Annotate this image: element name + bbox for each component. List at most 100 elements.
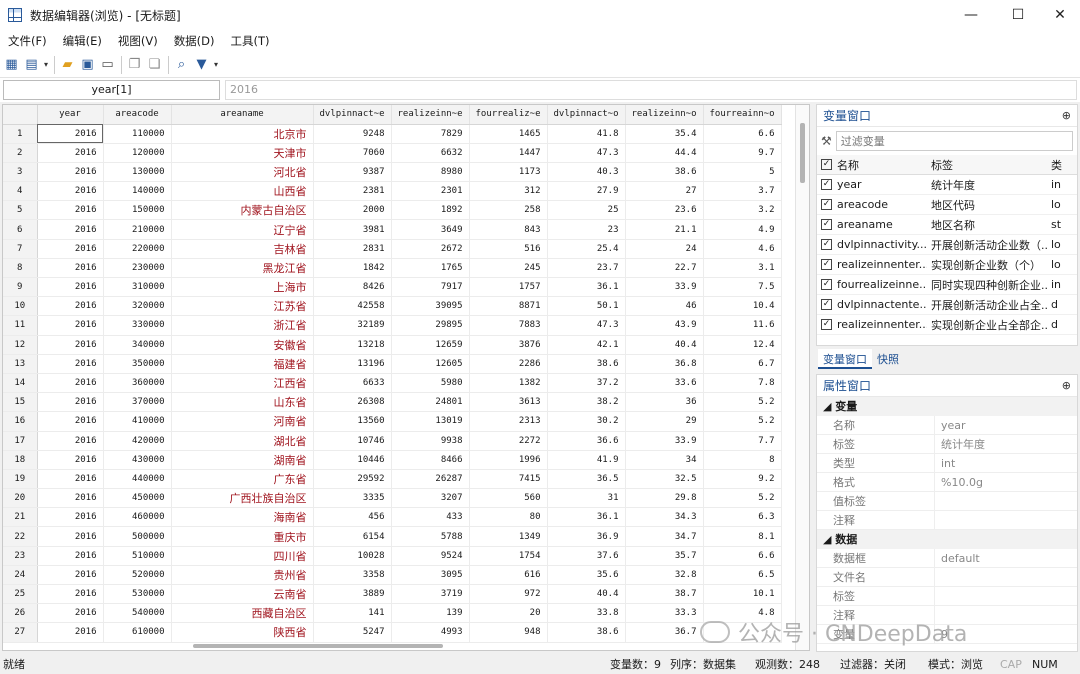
- cell-value-field[interactable]: 2016: [225, 80, 1077, 100]
- table-cell[interactable]: 天津市: [171, 143, 314, 163]
- menu-edit[interactable]: 编辑(E): [55, 33, 110, 49]
- table-cell[interactable]: 510000: [103, 546, 172, 566]
- type-column-header[interactable]: 类: [1049, 157, 1063, 173]
- maximize-button[interactable]: ☐: [995, 0, 1041, 30]
- pin-icon[interactable]: ⊕: [1062, 375, 1071, 397]
- table-cell[interactable]: 3613: [469, 392, 548, 413]
- minimize-button[interactable]: —: [948, 0, 994, 30]
- table-cell[interactable]: 38.6: [547, 354, 626, 374]
- table-cell[interactable]: 山西省: [171, 181, 314, 202]
- data-table[interactable]: year areacode areaname dvlpinnact~e realizei…: [3, 105, 782, 643]
- table-cell[interactable]: 24801: [391, 392, 470, 413]
- property-value[interactable]: 统计年度: [935, 435, 985, 453]
- cell-reference-box[interactable]: year[1]: [3, 80, 220, 100]
- table-cell[interactable]: 30.2: [547, 411, 626, 432]
- table-cell[interactable]: 420000: [103, 431, 172, 451]
- row-number[interactable]: 22: [3, 526, 38, 547]
- table-cell[interactable]: 34.3: [625, 507, 704, 528]
- table-cell[interactable]: 陕西省: [171, 622, 314, 643]
- table-cell[interactable]: 36.9: [547, 526, 626, 547]
- table-cell[interactable]: 内蒙古自治区: [171, 200, 314, 221]
- chevron-down-icon[interactable]: ▾: [212, 55, 220, 75]
- variable-checkbox[interactable]: ✓: [821, 219, 832, 230]
- table-cell[interactable]: 3.2: [703, 200, 782, 221]
- table-cell[interactable]: 1757: [469, 277, 548, 298]
- table-cell[interactable]: 1892: [391, 200, 470, 221]
- table-cell[interactable]: 4.9: [703, 219, 782, 240]
- table-cell[interactable]: 10.4: [703, 296, 782, 317]
- property-value[interactable]: year: [935, 416, 966, 434]
- row-number[interactable]: 15: [3, 392, 38, 413]
- table-cell[interactable]: 2016: [37, 469, 104, 490]
- row-number[interactable]: 20: [3, 488, 38, 509]
- row-header-corner[interactable]: [3, 105, 38, 125]
- table-cell[interactable]: 6.6: [703, 124, 782, 144]
- table-cell[interactable]: 1349: [469, 526, 548, 547]
- table-cell[interactable]: 27: [625, 181, 704, 202]
- property-row[interactable]: 文件名: [817, 568, 1077, 587]
- column-header[interactable]: areacode: [103, 105, 172, 125]
- variable-checkbox[interactable]: ✓: [821, 299, 832, 310]
- table-row[interactable]: 5 2016 150000 内蒙古自治区 2000 1892 258 25 23.6 3.2: [3, 200, 782, 221]
- table-cell[interactable]: 7883: [469, 315, 548, 336]
- property-row[interactable]: 数据框 default: [817, 549, 1077, 568]
- table-cell[interactable]: 湖南省: [171, 450, 314, 470]
- table-cell[interactable]: 130000: [103, 162, 172, 183]
- table-cell[interactable]: 2016: [37, 181, 104, 202]
- row-number[interactable]: 14: [3, 373, 38, 394]
- table-cell[interactable]: 2016: [37, 392, 104, 413]
- table-cell[interactable]: 12.4: [703, 335, 782, 355]
- row-number[interactable]: 6: [3, 219, 38, 240]
- table-row[interactable]: 27 2016 610000 陕西省 5247 4993 948 38.6 36.7: [3, 622, 782, 643]
- row-number[interactable]: 16: [3, 411, 38, 432]
- variable-list-item[interactable]: ✓ dvlpinnactivity... 开展创新活动企业数（... lo: [817, 235, 1077, 255]
- table-cell[interactable]: 29895: [391, 315, 470, 336]
- table-row[interactable]: 14 2016 360000 江西省 6633 5980 1382 37.2 33.6 7.8: [3, 373, 782, 394]
- table-cell[interactable]: 河南省: [171, 411, 314, 432]
- table-cell[interactable]: 广东省: [171, 469, 314, 490]
- select-all-checkbox[interactable]: ✓: [821, 159, 832, 170]
- table-cell[interactable]: 5.2: [703, 488, 782, 509]
- table-cell[interactable]: 3876: [469, 335, 548, 355]
- property-value[interactable]: [935, 587, 941, 605]
- edit-view-icon[interactable]: ▤: [22, 55, 41, 75]
- table-cell[interactable]: 江苏省: [171, 296, 314, 317]
- horizontal-scrollbar[interactable]: [193, 644, 443, 648]
- table-cell[interactable]: 46: [625, 296, 704, 317]
- menu-file[interactable]: 文件(F): [0, 33, 55, 49]
- table-cell[interactable]: 北京市: [171, 124, 314, 144]
- table-cell[interactable]: 2016: [37, 258, 104, 279]
- table-cell[interactable]: 2016: [37, 584, 104, 605]
- grid-view-icon[interactable]: ▦: [2, 55, 21, 75]
- table-cell[interactable]: 23: [547, 219, 626, 240]
- tab-variables[interactable]: 变量窗口: [818, 349, 872, 369]
- table-cell[interactable]: 230000: [103, 258, 172, 279]
- row-number[interactable]: 25: [3, 584, 38, 605]
- table-cell[interactable]: 2016: [37, 507, 104, 528]
- table-row[interactable]: 21 2016 460000 海南省 456 433 80 36.1 34.3 6.3: [3, 507, 782, 528]
- table-row[interactable]: 17 2016 420000 湖北省 10746 9938 2272 36.6 33.9 7.7: [3, 431, 782, 451]
- table-cell[interactable]: 39095: [391, 296, 470, 317]
- table-cell[interactable]: 33.8: [547, 603, 626, 624]
- table-cell[interactable]: 8.1: [703, 526, 782, 547]
- table-cell[interactable]: 370000: [103, 392, 172, 413]
- row-number[interactable]: 27: [3, 622, 38, 643]
- table-cell[interactable]: 29: [625, 411, 704, 432]
- table-cell[interactable]: 31: [547, 488, 626, 509]
- table-cell[interactable]: 36.6: [547, 431, 626, 451]
- table-cell[interactable]: 440000: [103, 469, 172, 490]
- table-cell[interactable]: 3.1: [703, 258, 782, 279]
- filter-icon[interactable]: ▼: [192, 55, 211, 75]
- chevron-down-icon[interactable]: ▾: [42, 55, 50, 75]
- table-cell[interactable]: 44.4: [625, 143, 704, 163]
- table-row[interactable]: 23 2016 510000 四川省 10028 9524 1754 37.6 35.7 6.6: [3, 546, 782, 566]
- table-cell[interactable]: 843: [469, 219, 548, 240]
- column-header[interactable]: dvlpinnact~o: [547, 105, 626, 125]
- row-number[interactable]: 26: [3, 603, 38, 624]
- row-number[interactable]: 9: [3, 277, 38, 298]
- table-cell[interactable]: 西藏自治区: [171, 603, 314, 624]
- table-cell[interactable]: 3981: [313, 219, 392, 240]
- property-row[interactable]: 类型 int: [817, 454, 1077, 473]
- table-cell[interactable]: 40.3: [547, 162, 626, 183]
- table-cell[interactable]: 12659: [391, 335, 470, 355]
